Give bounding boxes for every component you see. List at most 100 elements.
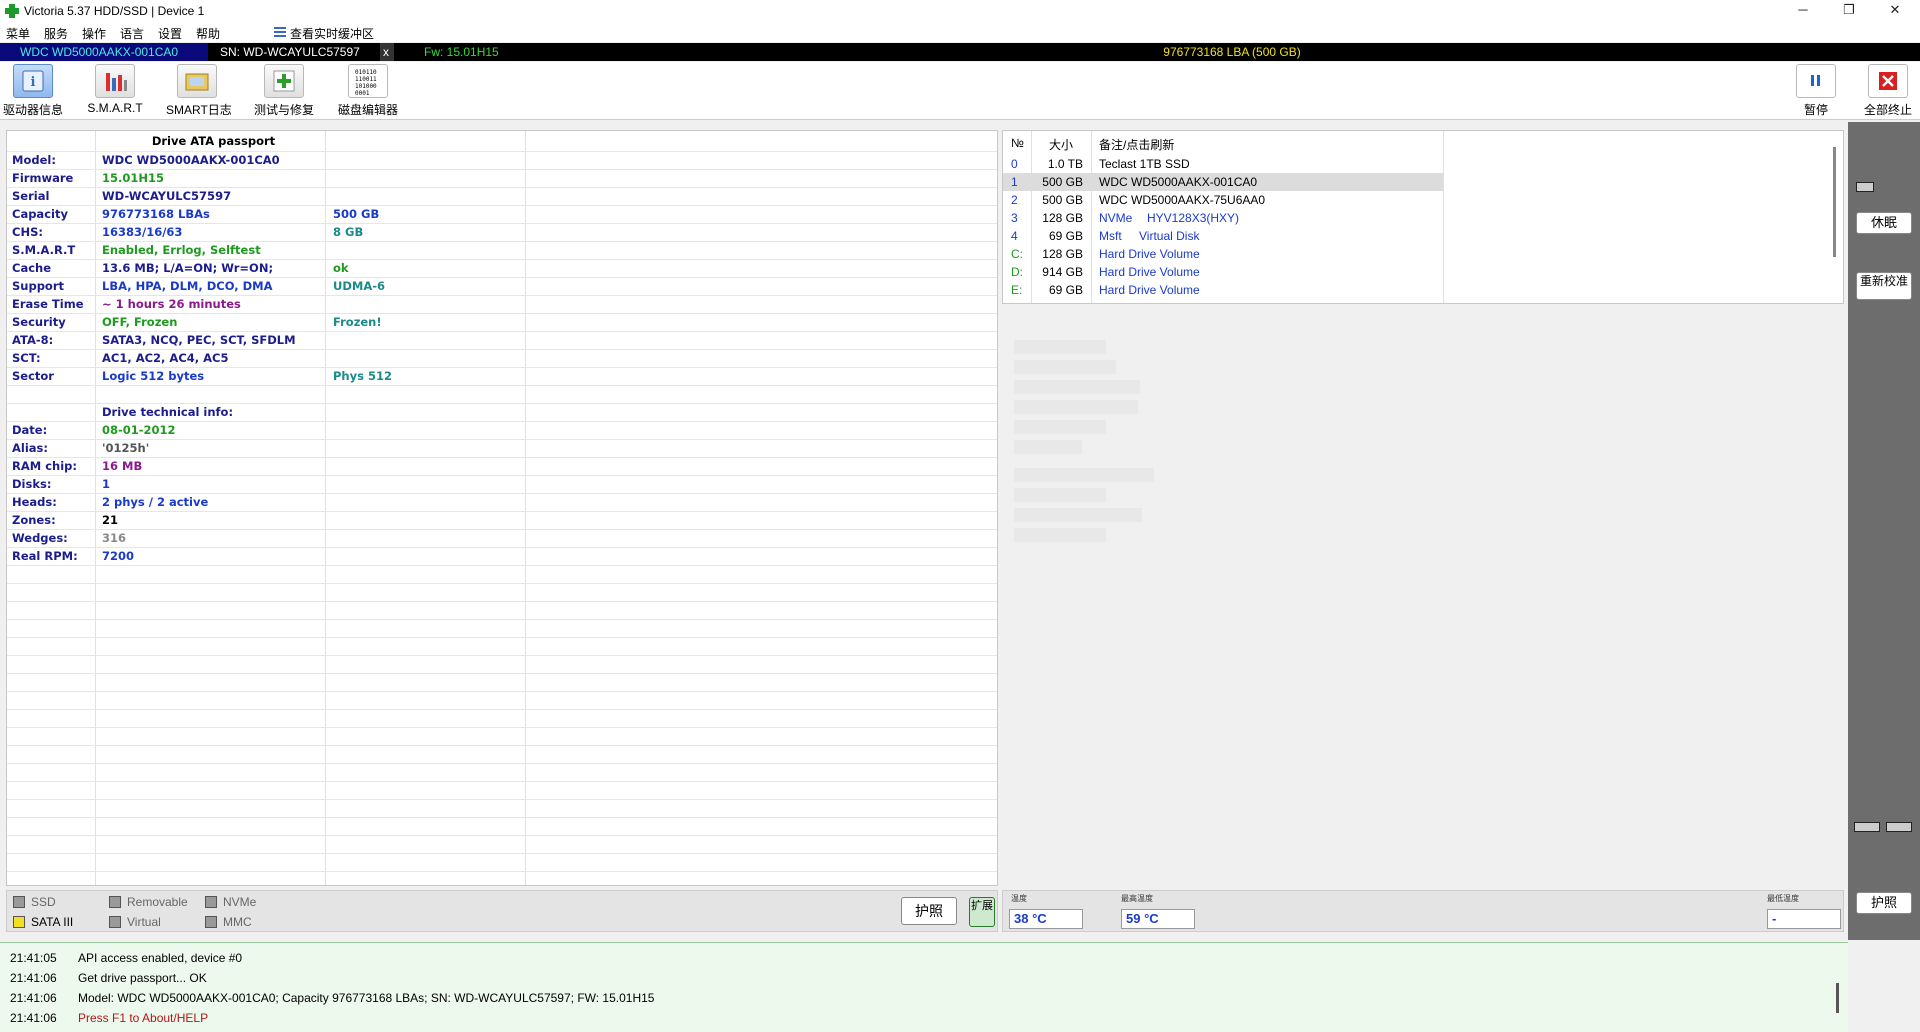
drive-info-label: 驱动器信息 xyxy=(2,103,63,117)
svg-text:i: i xyxy=(31,75,36,90)
device-row[interactable]: E: 69 GB Hard Drive Volume xyxy=(1003,281,1843,299)
device-row[interactable]: 0 1.0 TB Teclast 1TB SSD xyxy=(1003,155,1843,173)
recalibrate-button[interactable]: 重新校准 xyxy=(1856,272,1912,300)
maximize-button[interactable]: ❐ xyxy=(1826,0,1872,22)
passport-label: S.M.A.R.T xyxy=(12,243,76,257)
passport-row: Sector Logic 512 bytes Phys 512 xyxy=(7,367,997,385)
extended-button[interactable]: 扩展 xyxy=(969,897,995,927)
device-num: 3 xyxy=(1011,211,1018,225)
device-name: Hard Drive Volume xyxy=(1099,265,1200,279)
passport-label: RAM chip: xyxy=(12,459,77,473)
log-scrollbar[interactable] xyxy=(1836,983,1839,1013)
side-toggle-right[interactable] xyxy=(1886,822,1912,832)
passport-row: Disks: 1 xyxy=(7,475,997,493)
device-name: WDC WD5000AAKX-001CA0 xyxy=(1099,175,1258,189)
device-num: E: xyxy=(1011,283,1023,297)
side-passport-button[interactable]: 护照 xyxy=(1856,892,1912,914)
view-buffer-link[interactable]: 查看实时缓冲区 xyxy=(290,25,374,42)
strip-lba: 976773168 LBA (500 GB) xyxy=(1163,45,1301,59)
event-log: 21:41:05 API access enabled, device #0 21:… xyxy=(0,942,1848,1032)
passport-row xyxy=(7,385,997,403)
test-repair-button[interactable]: 测试与修复 xyxy=(252,64,316,118)
passport-value: OFF, Frozen xyxy=(102,315,178,329)
stop-all-button[interactable]: 全部终止 xyxy=(1858,64,1918,118)
close-window-button[interactable]: ✕ xyxy=(1872,0,1918,22)
device-row[interactable]: 2 500 GB WDC WD5000AAKX-75U6AA0 xyxy=(1003,191,1843,209)
binary-editor-icon: 0101101100111010000001 xyxy=(355,69,377,97)
temp-label: 温度 xyxy=(1011,894,1027,903)
strip-close-icon[interactable]: x xyxy=(380,43,394,61)
passport-label: Erase Time xyxy=(12,297,84,311)
strip-firmware: Fw: 15.01H15 xyxy=(424,45,499,59)
pause-label: 暂停 xyxy=(1803,103,1828,117)
passport-value: 21 xyxy=(102,513,119,527)
legend-ssd: SSD xyxy=(13,895,56,909)
passport-value: WD-WCAYULC57597 xyxy=(102,189,232,203)
passport-value: '0125h' xyxy=(102,441,150,455)
drive-info-button[interactable]: i 驱动器信息 xyxy=(2,64,64,118)
passport-label: SCT: xyxy=(12,351,41,365)
passport-value: Drive technical info: xyxy=(102,405,234,419)
device-row[interactable]: D: 914 GB Hard Drive Volume xyxy=(1003,263,1843,281)
folder-log-icon xyxy=(185,73,209,91)
device-row[interactable]: 3 128 GB NVMe HYV128X3(HXY) xyxy=(1003,209,1843,227)
passport-row: RAM chip: 16 MB xyxy=(7,457,997,475)
device-info-area xyxy=(1002,306,1844,888)
col-header-note[interactable]: 备注/点击刷新 xyxy=(1099,136,1174,153)
disk-editor-button[interactable]: 010110 110011 101000 0001 磁盘编辑器 xyxy=(336,64,400,118)
stop-all-label: 全部终止 xyxy=(1863,103,1912,117)
device-type: NVMe xyxy=(1099,211,1133,225)
legend-removable: Removable xyxy=(109,895,188,909)
sleep-button[interactable]: 休眠 xyxy=(1856,212,1912,234)
col-header-size[interactable]: 大小 xyxy=(1049,136,1073,153)
device-list-scrollbar[interactable] xyxy=(1833,147,1836,257)
svg-text:0001: 0001 xyxy=(355,90,370,97)
menu-service[interactable]: 服务 xyxy=(44,25,68,42)
passport-extra: 8 GB xyxy=(333,225,364,239)
smart-button[interactable]: S.M.A.R.T xyxy=(84,64,146,115)
device-row[interactable]: C: 128 GB Hard Drive Volume xyxy=(1003,245,1843,263)
menu-settings[interactable]: 设置 xyxy=(158,25,182,42)
side-toggle-left[interactable] xyxy=(1854,822,1880,832)
passport-row: Date: 08-01-2012 xyxy=(7,421,997,439)
log-entry: 21:41:05 API access enabled, device #0 xyxy=(10,951,1810,967)
device-type-legend: SSD Removable NVMe SATA III Virtual MMC … xyxy=(6,890,998,932)
menu-main[interactable]: 菜单 xyxy=(6,25,30,42)
passport-button[interactable]: 护照 xyxy=(901,897,957,925)
passport-label: Wedges: xyxy=(12,531,68,545)
menu-language[interactable]: 语言 xyxy=(120,25,144,42)
device-row[interactable]: 4 69 GB Msft Virtual Disk xyxy=(1003,227,1843,245)
passport-row: Serial WD-WCAYULC57597 xyxy=(7,187,997,205)
col-header-num[interactable]: № xyxy=(1011,136,1024,150)
device-num: 0 xyxy=(1011,157,1018,171)
title-bar: Victoria 5.37 HDD/SSD | Device 1 ─ ❐ ✕ xyxy=(0,0,1920,22)
side-panel: 休眠 重新校准 护照 xyxy=(1848,122,1920,940)
passport-value: Logic 512 bytes xyxy=(102,369,205,383)
passport-label: Real RPM: xyxy=(12,549,78,563)
menu-help[interactable]: 帮助 xyxy=(196,25,220,42)
passport-label: Alias: xyxy=(12,441,48,455)
pause-icon xyxy=(1811,75,1820,86)
passport-row: Drive technical info: xyxy=(7,403,997,421)
passport-label: Model: xyxy=(12,153,56,167)
pause-button[interactable]: 暂停 xyxy=(1786,64,1846,118)
passport-row: Cache 13.6 MB; L/A=ON; Wr=ON; ok xyxy=(7,259,997,277)
passport-extra: UDMA-6 xyxy=(333,279,386,293)
menu-actions[interactable]: 操作 xyxy=(82,25,106,42)
device-row[interactable]: 1 500 GB WDC WD5000AAKX-001CA0 xyxy=(1003,173,1843,191)
device-num: D: xyxy=(1011,265,1023,279)
passport-row: Capacity 976773168 LBAs 500 GB xyxy=(7,205,997,223)
passport-value: 7200 xyxy=(102,549,135,563)
smart-log-button[interactable]: SMART日志 xyxy=(166,64,232,118)
passport-value: 08-01-2012 xyxy=(102,423,176,437)
passport-row: Support LBA, HPA, DLM, DCO, DMA UDMA-6 xyxy=(7,277,997,295)
log-entry: 21:41:06 Model: WDC WD5000AAKX-001CA0; Ca… xyxy=(10,991,1810,1007)
minimize-button[interactable]: ─ xyxy=(1780,0,1826,22)
passport-row: Model: WDC WD5000AAKX-001CA0 xyxy=(7,151,997,169)
log-time: 21:41:05 xyxy=(10,951,57,965)
legend-sata: SATA III xyxy=(13,915,73,929)
legend-mmc: MMC xyxy=(205,915,252,929)
passport-extra: ok xyxy=(333,261,349,275)
device-size: 128 GB xyxy=(1042,211,1083,225)
device-size: 500 GB xyxy=(1042,175,1083,189)
